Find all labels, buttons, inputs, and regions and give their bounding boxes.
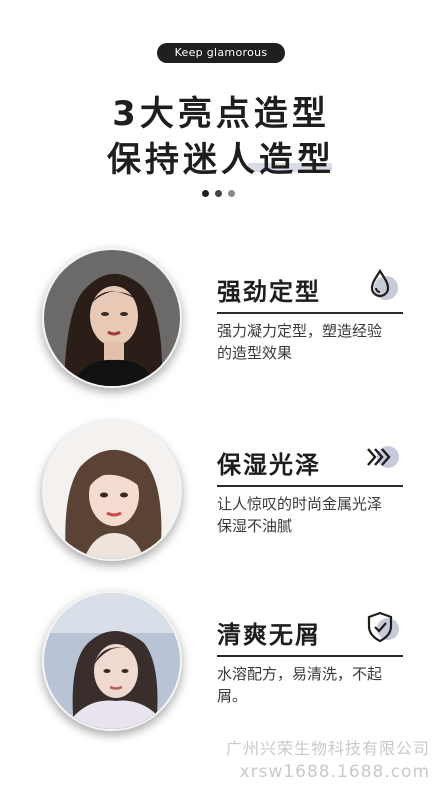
desc-line-2: 屑。 — [217, 687, 248, 705]
desc-line-1: 让人惊叹的时尚金属光泽 — [217, 495, 383, 513]
feature-divider — [217, 655, 403, 657]
feature-no-flakes: 清爽无屑 水溶配方，易清洗，不起 屑。 — [0, 583, 442, 743]
keep-glamorous-tag: Keep glamorous — [157, 43, 285, 63]
feature-strong-hold: 强劲定型 强力凝力定型，塑造经验 的造型效果 — [0, 240, 442, 400]
feature-divider — [217, 485, 403, 487]
desc-line-1: 强力凝力定型，塑造经验 — [217, 322, 383, 340]
desc-line-2: 保湿不油腻 — [217, 517, 293, 535]
desc-line-2: 的造型效果 — [217, 344, 293, 362]
fast-forward-chevrons-icon — [364, 439, 400, 475]
dot-2 — [215, 190, 222, 197]
headline-line-2: 保持迷人造型 — [107, 140, 335, 180]
dot-1 — [202, 190, 209, 197]
feature-description: 强力凝力定型，塑造经验 的造型效果 — [217, 320, 417, 364]
feature-description: 让人惊叹的时尚金属光泽 保湿不油腻 — [217, 493, 417, 537]
feature-description: 水溶配方，易清洗，不起 屑。 — [217, 663, 417, 707]
feature-moisture-shine: 保湿光泽 让人惊叹的时尚金属光泽 保湿不油腻 — [0, 413, 442, 573]
watermark-company: 广州兴荣生物科技有限公司 — [225, 739, 430, 758]
feature-title: 强劲定型 — [217, 278, 321, 306]
water-drop-icon — [364, 266, 400, 302]
carousel-dots — [202, 190, 242, 198]
feature-divider — [217, 312, 403, 314]
headline-line-1: 3大亮点造型 — [112, 94, 330, 134]
dot-3 — [228, 190, 235, 197]
desc-line-1: 水溶配方，易清洗，不起 — [217, 665, 383, 683]
model-photo-2 — [42, 421, 182, 561]
model-photo-3 — [42, 591, 182, 731]
watermark-website: xrsw1688.1688.com — [239, 762, 430, 782]
shield-check-icon — [364, 609, 400, 645]
model-photo-1 — [42, 248, 182, 388]
feature-title: 保湿光泽 — [217, 451, 321, 479]
feature-title: 清爽无屑 — [217, 621, 321, 649]
